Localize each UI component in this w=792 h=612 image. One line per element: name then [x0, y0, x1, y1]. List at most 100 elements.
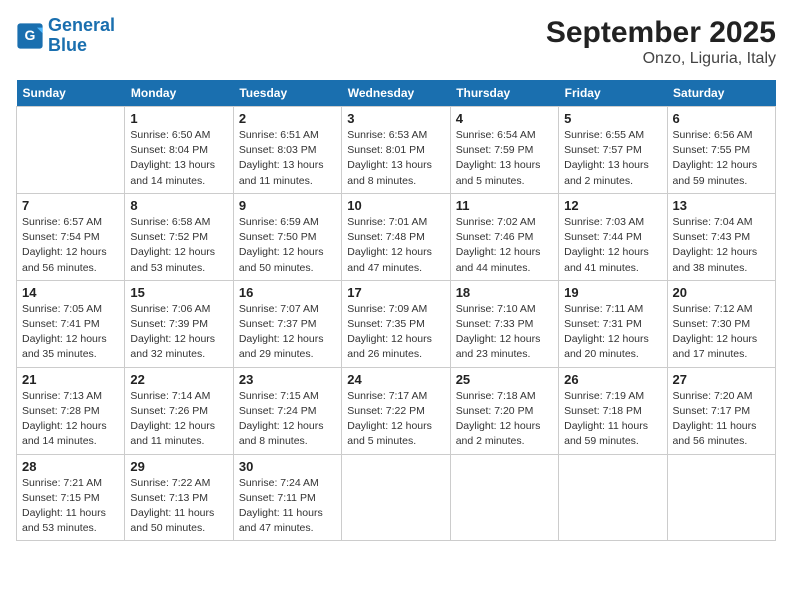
day-info: Sunrise: 6:59 AMSunset: 7:50 PMDaylight:… [239, 215, 336, 276]
day-number: 1 [130, 111, 227, 126]
day-number: 20 [673, 285, 770, 300]
calendar-cell: 25Sunrise: 7:18 AMSunset: 7:20 PMDayligh… [450, 367, 558, 454]
day-number: 5 [564, 111, 661, 126]
calendar-cell: 19 Sunrise: 7:11 AMSunset: 7:31 PMDayligh… [559, 280, 667, 367]
calendar-subtitle: Onzo, Liguria, Italy [546, 50, 776, 68]
calendar-title: September 2025 [546, 16, 776, 50]
day-info: Sunrise: 7:19 AMSunset: 7:18 PMDaylight:… [564, 389, 661, 450]
day-number: 6 [673, 111, 770, 126]
col-header-friday: Friday [559, 80, 667, 107]
day-info: Sunrise: 6:56 AMSunset: 7:55 PMDaylight:… [673, 128, 770, 189]
day-info: Sunrise: 7:13 AMSunset: 7:28 PMDaylight:… [22, 389, 119, 450]
day-number: 11 [456, 198, 553, 213]
day-number: 13 [673, 198, 770, 213]
day-number: 25 [456, 372, 553, 387]
day-info: Sunrise: 6:57 AMSunset: 7:54 PMDaylight:… [22, 215, 119, 276]
calendar-cell: 21 Sunrise: 7:13 AMSunset: 7:28 PMDayligh… [17, 367, 125, 454]
day-info: Sunrise: 7:09 AMSunset: 7:35 PMDaylight:… [347, 302, 444, 363]
day-number: 7 [22, 198, 119, 213]
logo-icon: G [16, 22, 44, 50]
day-info: Sunrise: 7:06 AMSunset: 7:39 PMDaylight:… [130, 302, 227, 363]
day-number: 2 [239, 111, 336, 126]
day-number: 15 [130, 285, 227, 300]
calendar-cell: 13Sunrise: 7:04 AMSunset: 7:43 PMDayligh… [667, 193, 775, 280]
title-block: September 2025 Onzo, Liguria, Italy [546, 16, 776, 68]
col-header-wednesday: Wednesday [342, 80, 450, 107]
day-info: Sunrise: 7:10 AMSunset: 7:33 PMDaylight:… [456, 302, 553, 363]
week-row-1: 1 Sunrise: 6:50 AMSunset: 8:04 PMDaylight… [17, 107, 776, 194]
calendar-table: SundayMondayTuesdayWednesdayThursdayFrid… [16, 80, 776, 541]
day-number: 9 [239, 198, 336, 213]
logo-line1: General [48, 15, 115, 35]
day-number: 16 [239, 285, 336, 300]
day-info: Sunrise: 7:01 AMSunset: 7:48 PMDaylight:… [347, 215, 444, 276]
week-row-2: 7 Sunrise: 6:57 AMSunset: 7:54 PMDaylight… [17, 193, 776, 280]
calendar-cell: 20Sunrise: 7:12 AMSunset: 7:30 PMDayligh… [667, 280, 775, 367]
calendar-cell: 7 Sunrise: 6:57 AMSunset: 7:54 PMDaylight… [17, 193, 125, 280]
day-number: 23 [239, 372, 336, 387]
day-number: 4 [456, 111, 553, 126]
calendar-cell: 10 Sunrise: 7:01 AMSunset: 7:48 PMDayligh… [342, 193, 450, 280]
day-number: 14 [22, 285, 119, 300]
logo-line2: Blue [48, 35, 87, 55]
day-number: 27 [673, 372, 770, 387]
page-header: G General Blue September 2025 Onzo, Ligu… [16, 16, 776, 68]
day-number: 19 [564, 285, 661, 300]
day-info: Sunrise: 7:22 AMSunset: 7:13 PMDaylight:… [130, 476, 227, 537]
calendar-cell: 18Sunrise: 7:10 AMSunset: 7:33 PMDayligh… [450, 280, 558, 367]
day-number: 21 [22, 372, 119, 387]
day-info: Sunrise: 7:05 AMSunset: 7:41 PMDaylight:… [22, 302, 119, 363]
calendar-cell: 4Sunrise: 6:54 AMSunset: 7:59 PMDaylight… [450, 107, 558, 194]
calendar-cell: 17Sunrise: 7:09 AMSunset: 7:35 PMDayligh… [342, 280, 450, 367]
week-row-3: 14 Sunrise: 7:05 AMSunset: 7:41 PMDayligh… [17, 280, 776, 367]
calendar-cell: 1 Sunrise: 6:50 AMSunset: 8:04 PMDaylight… [125, 107, 233, 194]
day-number: 26 [564, 372, 661, 387]
calendar-cell: 12 Sunrise: 7:03 AMSunset: 7:44 PMDayligh… [559, 193, 667, 280]
header-row: SundayMondayTuesdayWednesdayThursdayFrid… [17, 80, 776, 107]
day-info: Sunrise: 7:07 AMSunset: 7:37 PMDaylight:… [239, 302, 336, 363]
calendar-cell [559, 454, 667, 541]
day-info: Sunrise: 7:03 AMSunset: 7:44 PMDaylight:… [564, 215, 661, 276]
svg-text:G: G [25, 27, 36, 43]
calendar-cell: 9 Sunrise: 6:59 AMSunset: 7:50 PMDaylight… [233, 193, 341, 280]
week-row-5: 28Sunrise: 7:21 AMSunset: 7:15 PMDayligh… [17, 454, 776, 541]
day-info: Sunrise: 6:58 AMSunset: 7:52 PMDaylight:… [130, 215, 227, 276]
day-number: 3 [347, 111, 444, 126]
col-header-tuesday: Tuesday [233, 80, 341, 107]
day-number: 22 [130, 372, 227, 387]
calendar-cell: 24Sunrise: 7:17 AMSunset: 7:22 PMDayligh… [342, 367, 450, 454]
calendar-cell: 2Sunrise: 6:51 AMSunset: 8:03 PMDaylight… [233, 107, 341, 194]
day-number: 12 [564, 198, 661, 213]
week-row-4: 21 Sunrise: 7:13 AMSunset: 7:28 PMDayligh… [17, 367, 776, 454]
col-header-sunday: Sunday [17, 80, 125, 107]
calendar-cell [450, 454, 558, 541]
calendar-cell: 29 Sunrise: 7:22 AMSunset: 7:13 PMDayligh… [125, 454, 233, 541]
logo: G General Blue [16, 16, 115, 56]
calendar-cell: 23 Sunrise: 7:15 AMSunset: 7:24 PMDayligh… [233, 367, 341, 454]
day-info: Sunrise: 7:20 AMSunset: 7:17 PMDaylight:… [673, 389, 770, 450]
day-number: 24 [347, 372, 444, 387]
day-info: Sunrise: 7:14 AMSunset: 7:26 PMDaylight:… [130, 389, 227, 450]
calendar-cell: 11Sunrise: 7:02 AMSunset: 7:46 PMDayligh… [450, 193, 558, 280]
day-number: 30 [239, 459, 336, 474]
calendar-cell: 30 Sunrise: 7:24 AMSunset: 7:11 PMDayligh… [233, 454, 341, 541]
calendar-cell: 26 Sunrise: 7:19 AMSunset: 7:18 PMDayligh… [559, 367, 667, 454]
day-info: Sunrise: 6:53 AMSunset: 8:01 PMDaylight:… [347, 128, 444, 189]
day-info: Sunrise: 7:24 AMSunset: 7:11 PMDaylight:… [239, 476, 336, 537]
day-number: 10 [347, 198, 444, 213]
col-header-monday: Monday [125, 80, 233, 107]
calendar-cell [17, 107, 125, 194]
calendar-cell: 16 Sunrise: 7:07 AMSunset: 7:37 PMDayligh… [233, 280, 341, 367]
calendar-cell: 5Sunrise: 6:55 AMSunset: 7:57 PMDaylight… [559, 107, 667, 194]
calendar-cell: 6 Sunrise: 6:56 AMSunset: 7:55 PMDaylight… [667, 107, 775, 194]
calendar-cell [667, 454, 775, 541]
day-info: Sunrise: 6:50 AMSunset: 8:04 PMDaylight:… [130, 128, 227, 189]
day-number: 29 [130, 459, 227, 474]
day-info: Sunrise: 7:15 AMSunset: 7:24 PMDaylight:… [239, 389, 336, 450]
day-number: 28 [22, 459, 119, 474]
calendar-cell: 28Sunrise: 7:21 AMSunset: 7:15 PMDayligh… [17, 454, 125, 541]
calendar-cell: 14 Sunrise: 7:05 AMSunset: 7:41 PMDayligh… [17, 280, 125, 367]
day-info: Sunrise: 7:11 AMSunset: 7:31 PMDaylight:… [564, 302, 661, 363]
calendar-cell: 8Sunrise: 6:58 AMSunset: 7:52 PMDaylight… [125, 193, 233, 280]
calendar-cell: 3 Sunrise: 6:53 AMSunset: 8:01 PMDaylight… [342, 107, 450, 194]
